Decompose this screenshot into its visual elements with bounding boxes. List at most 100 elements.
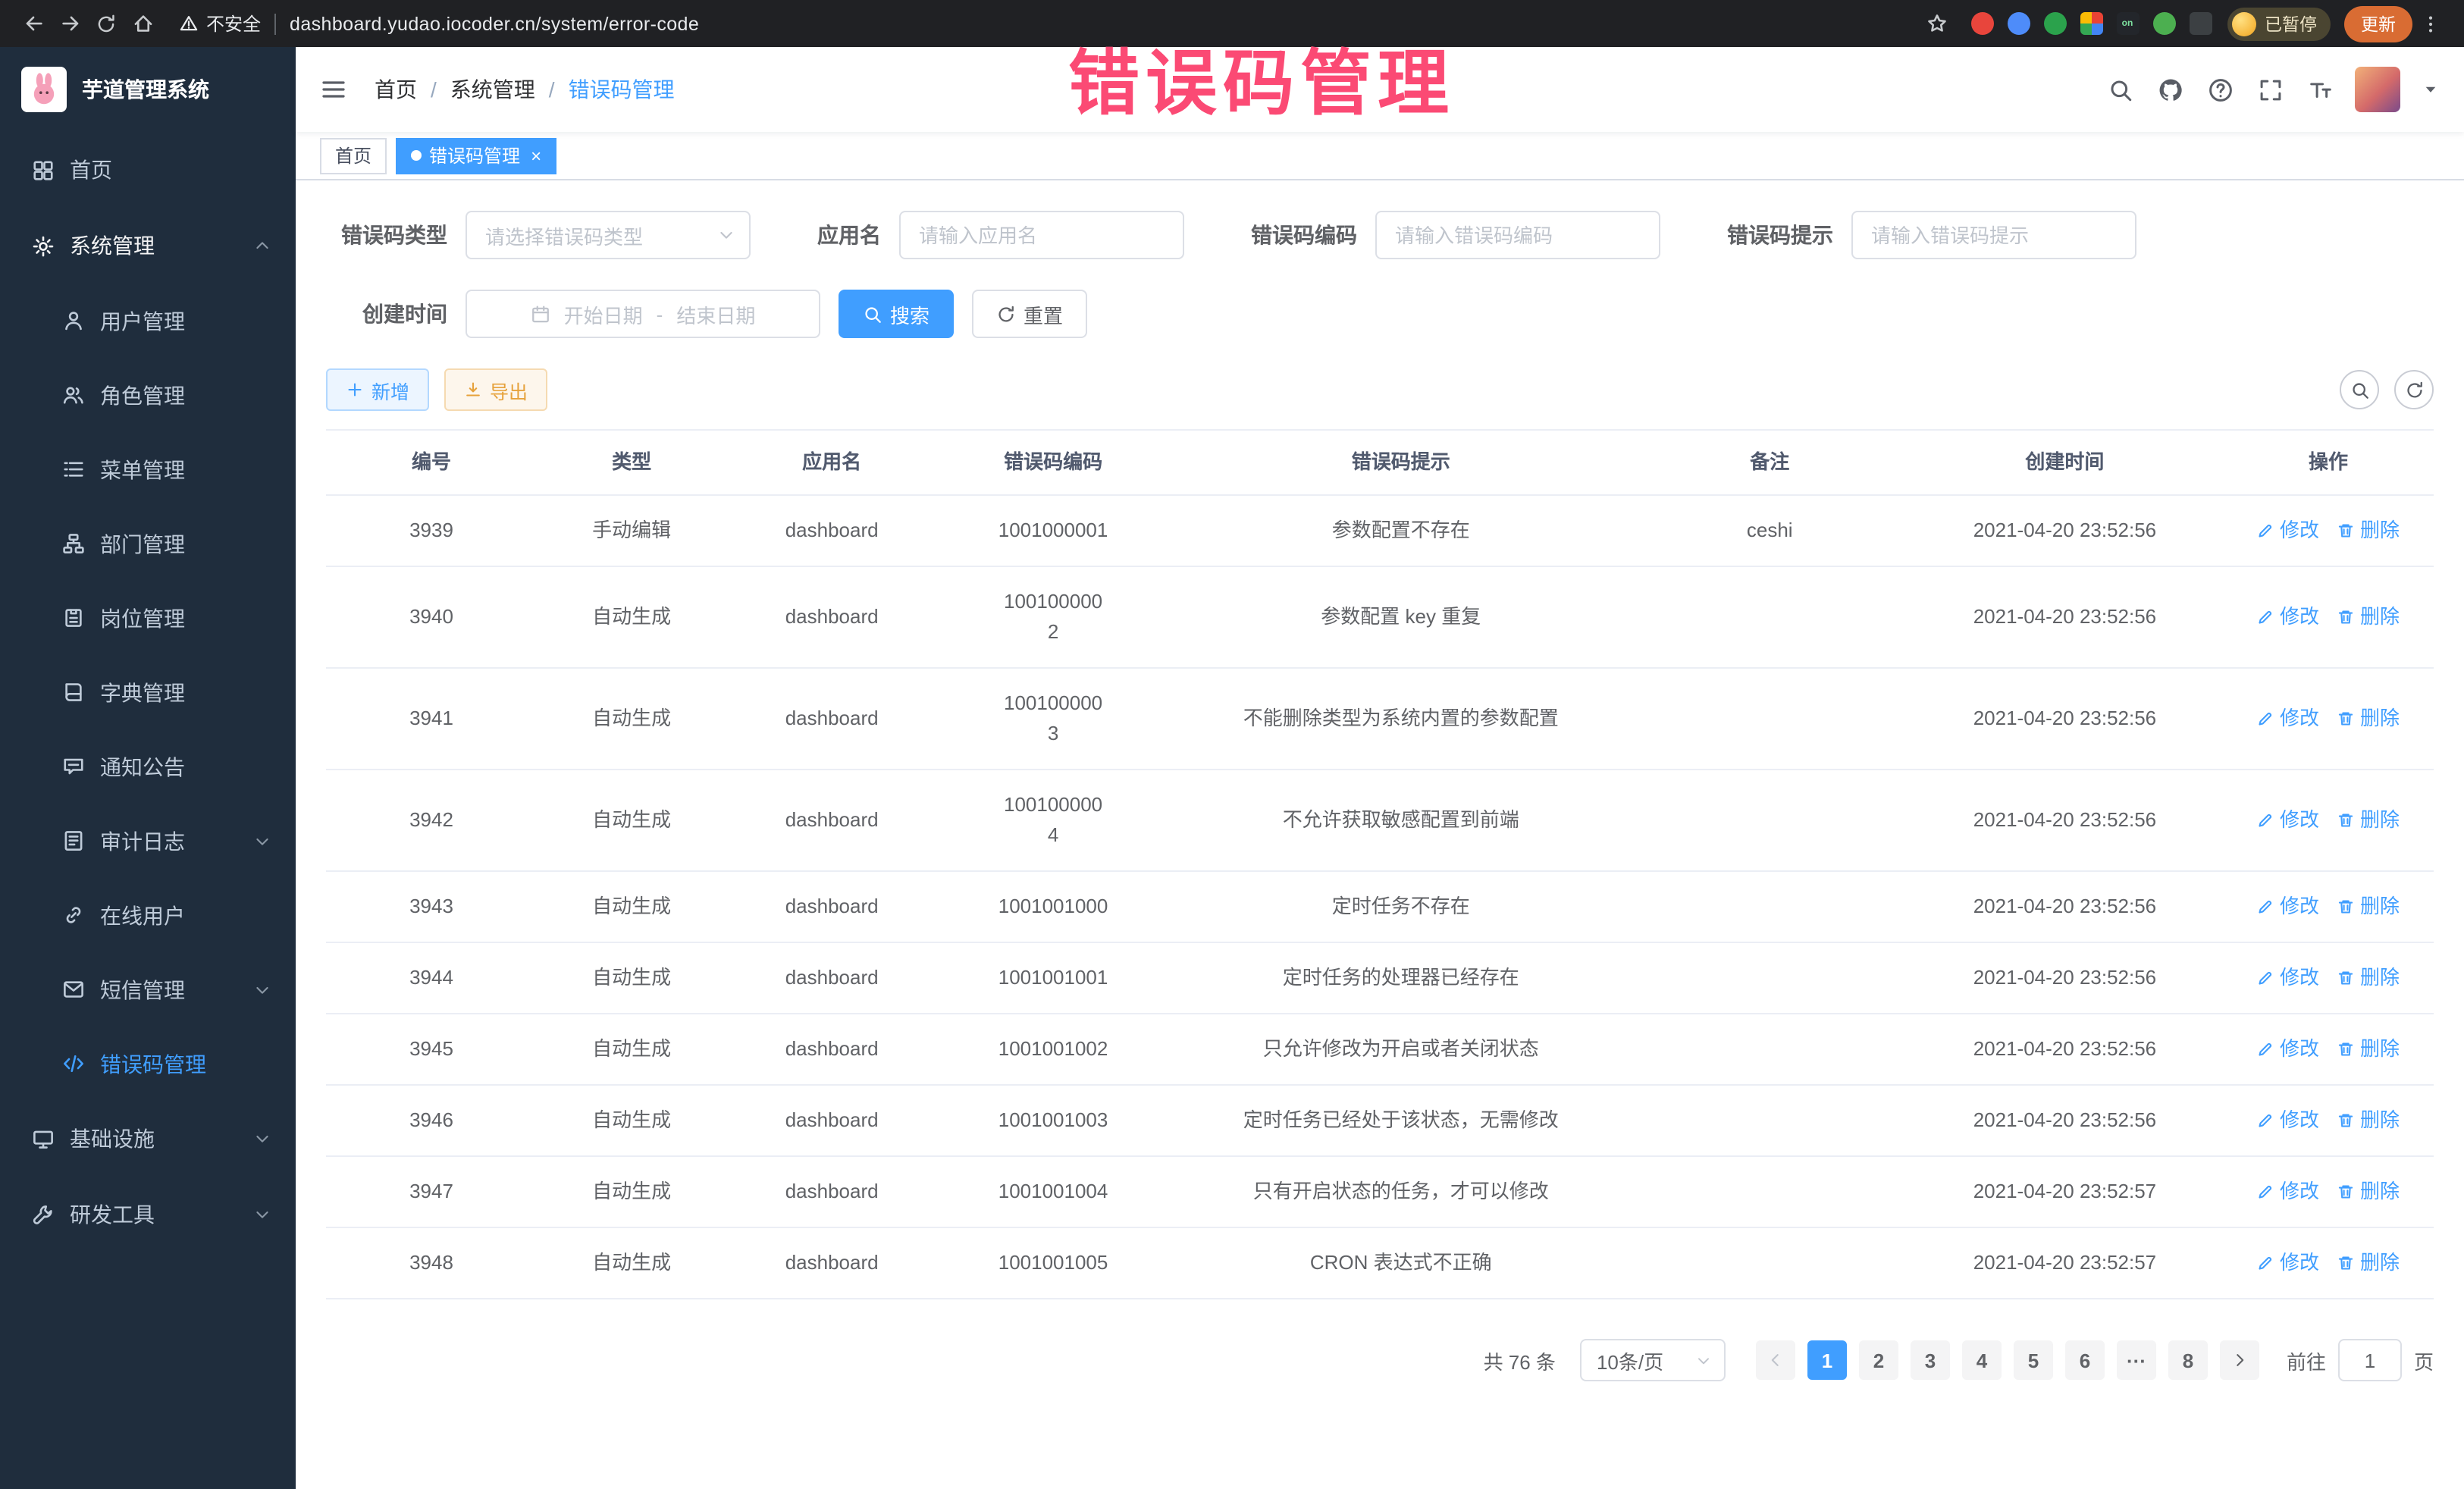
github-icon[interactable] xyxy=(2158,77,2183,102)
page-button-1[interactable]: 1 xyxy=(1807,1340,1847,1380)
edit-link[interactable]: 修改 xyxy=(2257,1177,2319,1207)
cell-type: 自动生成 xyxy=(537,566,726,668)
post-icon xyxy=(62,607,85,629)
edit-link[interactable]: 修改 xyxy=(2257,892,2319,922)
search-button[interactable]: 搜索 xyxy=(839,290,954,338)
sidebar-item-online-user[interactable]: 在线用户 xyxy=(0,878,296,952)
sidebar-item-sms[interactable]: 短信管理 xyxy=(0,952,296,1027)
page-size-select[interactable]: 10条/页 xyxy=(1580,1339,1726,1381)
app-name-input[interactable] xyxy=(901,224,1183,246)
edit-link[interactable]: 修改 xyxy=(2257,963,2319,993)
delete-link[interactable]: 删除 xyxy=(2337,704,2400,734)
cell-code: 1001001000 xyxy=(937,871,1169,942)
page-button-3[interactable]: 3 xyxy=(1911,1340,1950,1380)
goto-page-input[interactable] xyxy=(2338,1339,2402,1381)
back-icon[interactable] xyxy=(15,5,52,42)
reset-button[interactable]: 重置 xyxy=(972,290,1087,338)
sidebar-item-label: 研发工具 xyxy=(70,1199,155,1230)
edit-link[interactable]: 修改 xyxy=(2257,602,2319,632)
sidebar-item-post[interactable]: 岗位管理 xyxy=(0,581,296,655)
cell-created: 2021-04-20 23:52:56 xyxy=(1907,1014,2223,1085)
edit-link[interactable]: 修改 xyxy=(2257,704,2319,734)
page-button-2[interactable]: 2 xyxy=(1859,1340,1898,1380)
sidebar-item-role[interactable]: 角色管理 xyxy=(0,358,296,432)
question-icon[interactable] xyxy=(2208,77,2234,102)
delete-link[interactable]: 删除 xyxy=(2337,516,2400,546)
cell-actions: 修改删除 xyxy=(2223,495,2434,566)
chevron-up-icon xyxy=(253,237,271,255)
sidebar-item-home[interactable]: 首页 xyxy=(0,132,296,208)
calendar-icon xyxy=(531,304,550,324)
page-button-5[interactable]: 5 xyxy=(2014,1340,2053,1380)
home-icon[interactable] xyxy=(124,5,161,42)
sidebar-item-audit-log[interactable]: 审计日志 xyxy=(0,804,296,878)
page-ellipsis[interactable]: ··· xyxy=(2117,1340,2156,1380)
sidebar-item-notice[interactable]: 通知公告 xyxy=(0,729,296,804)
cell-app: dashboard xyxy=(726,871,937,942)
sidebar-item-error-code[interactable]: 错误码管理 xyxy=(0,1027,296,1101)
sidebar-item-dict[interactable]: 字典管理 xyxy=(0,655,296,729)
edit-link[interactable]: 修改 xyxy=(2257,1105,2319,1136)
delete-link[interactable]: 删除 xyxy=(2337,1034,2400,1064)
sidebar-item-infra[interactable]: 基础设施 xyxy=(0,1101,296,1177)
sidebar-toggle-icon[interactable] xyxy=(320,76,347,103)
search-icon xyxy=(863,304,882,324)
breadcrumb-item[interactable]: 首页 xyxy=(375,74,417,105)
green-leaf-extension-icon[interactable] xyxy=(2152,12,2175,35)
apps-grid-extension-icon[interactable] xyxy=(2080,12,2102,35)
user-avatar[interactable] xyxy=(2355,67,2400,112)
fullscreen-icon[interactable] xyxy=(2258,77,2284,102)
dark-pin-extension-icon[interactable] xyxy=(2189,12,2212,35)
page-button-6[interactable]: 6 xyxy=(2065,1340,2105,1380)
profile-chip[interactable]: 已暂停 xyxy=(2227,7,2331,40)
security-indicator[interactable]: 不安全 xyxy=(179,11,261,36)
tab-error-code[interactable]: 错误码管理× xyxy=(396,137,556,174)
sidebar-item-user[interactable]: 用户管理 xyxy=(0,284,296,358)
error-hint-input[interactable] xyxy=(1853,224,2135,246)
delete-link[interactable]: 删除 xyxy=(2337,1248,2400,1278)
forward-icon[interactable] xyxy=(52,5,88,42)
error-code-input[interactable] xyxy=(1377,224,1659,246)
red-circle-extension-icon[interactable] xyxy=(1970,12,1993,35)
bookmark-star-icon[interactable] xyxy=(1919,5,1955,42)
tab-close-icon[interactable]: × xyxy=(531,146,541,165)
page-button-8[interactable]: 8 xyxy=(2168,1340,2208,1380)
next-page-button[interactable] xyxy=(2220,1340,2259,1380)
delete-link[interactable]: 删除 xyxy=(2337,1105,2400,1136)
sidebar-item-dept[interactable]: 部门管理 xyxy=(0,506,296,581)
delete-link[interactable]: 删除 xyxy=(2337,602,2400,632)
breadcrumb-item[interactable]: 系统管理 xyxy=(450,74,535,105)
browser-update-button[interactable]: 更新 xyxy=(2344,5,2412,42)
sidebar-item-menu[interactable]: 菜单管理 xyxy=(0,432,296,506)
edit-link[interactable]: 修改 xyxy=(2257,1248,2319,1278)
sidebar-item-system[interactable]: 系统管理 xyxy=(0,208,296,284)
delete-link[interactable]: 删除 xyxy=(2337,963,2400,993)
tab-home[interactable]: 首页 xyxy=(320,137,387,174)
export-button[interactable]: 导出 xyxy=(444,368,547,411)
prev-page-button[interactable] xyxy=(1756,1340,1795,1380)
error-code-type-select[interactable]: 请选择错误码类型 xyxy=(466,211,751,259)
caret-down-icon[interactable] xyxy=(2422,80,2440,99)
reload-icon[interactable] xyxy=(88,5,124,42)
address-bar[interactable]: dashboard.yudao.iocoder.cn/system/error-… xyxy=(290,13,1919,34)
edit-link[interactable]: 修改 xyxy=(2257,805,2319,835)
sidebar-item-dev-tool[interactable]: 研发工具 xyxy=(0,1177,296,1252)
edit-link[interactable]: 修改 xyxy=(2257,1034,2319,1064)
green-check-extension-icon[interactable] xyxy=(2043,12,2066,35)
page-button-4[interactable]: 4 xyxy=(1962,1340,2002,1380)
show-search-button[interactable] xyxy=(2340,370,2379,409)
blue-extension-icon[interactable] xyxy=(2007,12,2030,35)
dark-on-extension-icon[interactable]: on xyxy=(2116,12,2139,35)
delete-link[interactable]: 删除 xyxy=(2337,1177,2400,1207)
font-size-icon[interactable] xyxy=(2308,77,2334,102)
add-button[interactable]: 新增 xyxy=(326,368,429,411)
pencil-icon xyxy=(2257,811,2275,829)
edit-link[interactable]: 修改 xyxy=(2257,516,2319,546)
browser-menu-icon[interactable] xyxy=(2412,5,2449,42)
create-time-range-picker[interactable]: 开始日期 - 结束日期 xyxy=(466,290,820,338)
app-logo[interactable]: 芋道管理系统 xyxy=(0,47,296,132)
delete-link[interactable]: 删除 xyxy=(2337,805,2400,835)
delete-link[interactable]: 删除 xyxy=(2337,892,2400,922)
search-icon[interactable] xyxy=(2108,77,2133,102)
refresh-table-button[interactable] xyxy=(2394,370,2434,409)
